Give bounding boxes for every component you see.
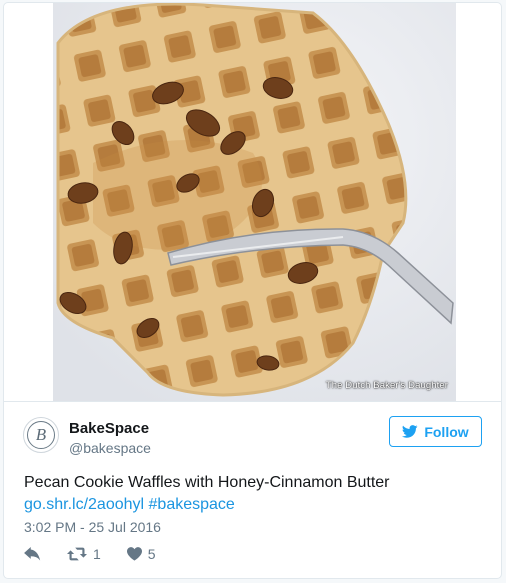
follow-label: Follow (424, 423, 469, 440)
tweet-card: The Dutch Baker's Daughter B BakeSpace @… (3, 2, 502, 579)
like-button[interactable]: 5 (126, 546, 156, 562)
tweet-timestamp[interactable]: 3:02 PM - 25 Jul 2016 (24, 519, 161, 535)
retweet-button[interactable]: 1 (67, 546, 101, 562)
retweet-count: 1 (93, 546, 101, 562)
tweet-links: go.shr.lc/2aoohyl #bakespace (24, 494, 235, 516)
tweet-photo[interactable]: The Dutch Baker's Daughter (53, 3, 456, 401)
heart-icon (126, 547, 142, 561)
twitter-bird-icon (402, 425, 418, 438)
bakespace-logo-icon: B (27, 421, 55, 449)
reply-icon (24, 547, 41, 561)
tweet-text: Pecan Cookie Waffles with Honey-Cinnamon… (24, 474, 390, 491)
author-name[interactable]: BakeSpace (69, 420, 149, 437)
avatar[interactable]: B (23, 417, 59, 453)
reply-button[interactable] (24, 547, 41, 561)
retweet-icon (67, 547, 87, 561)
photo-watermark: The Dutch Baker's Daughter (325, 380, 448, 391)
tweet-actions: 1 5 (24, 544, 182, 564)
follow-button[interactable]: Follow (389, 416, 482, 447)
waffle-photo (53, 3, 456, 401)
divider (4, 401, 501, 402)
tweet-url-link[interactable]: go.shr.lc/2aoohyl (24, 496, 144, 513)
like-count: 5 (147, 546, 156, 562)
hashtag-link[interactable]: #bakespace (149, 496, 235, 513)
author-handle[interactable]: @bakespace (69, 440, 151, 456)
